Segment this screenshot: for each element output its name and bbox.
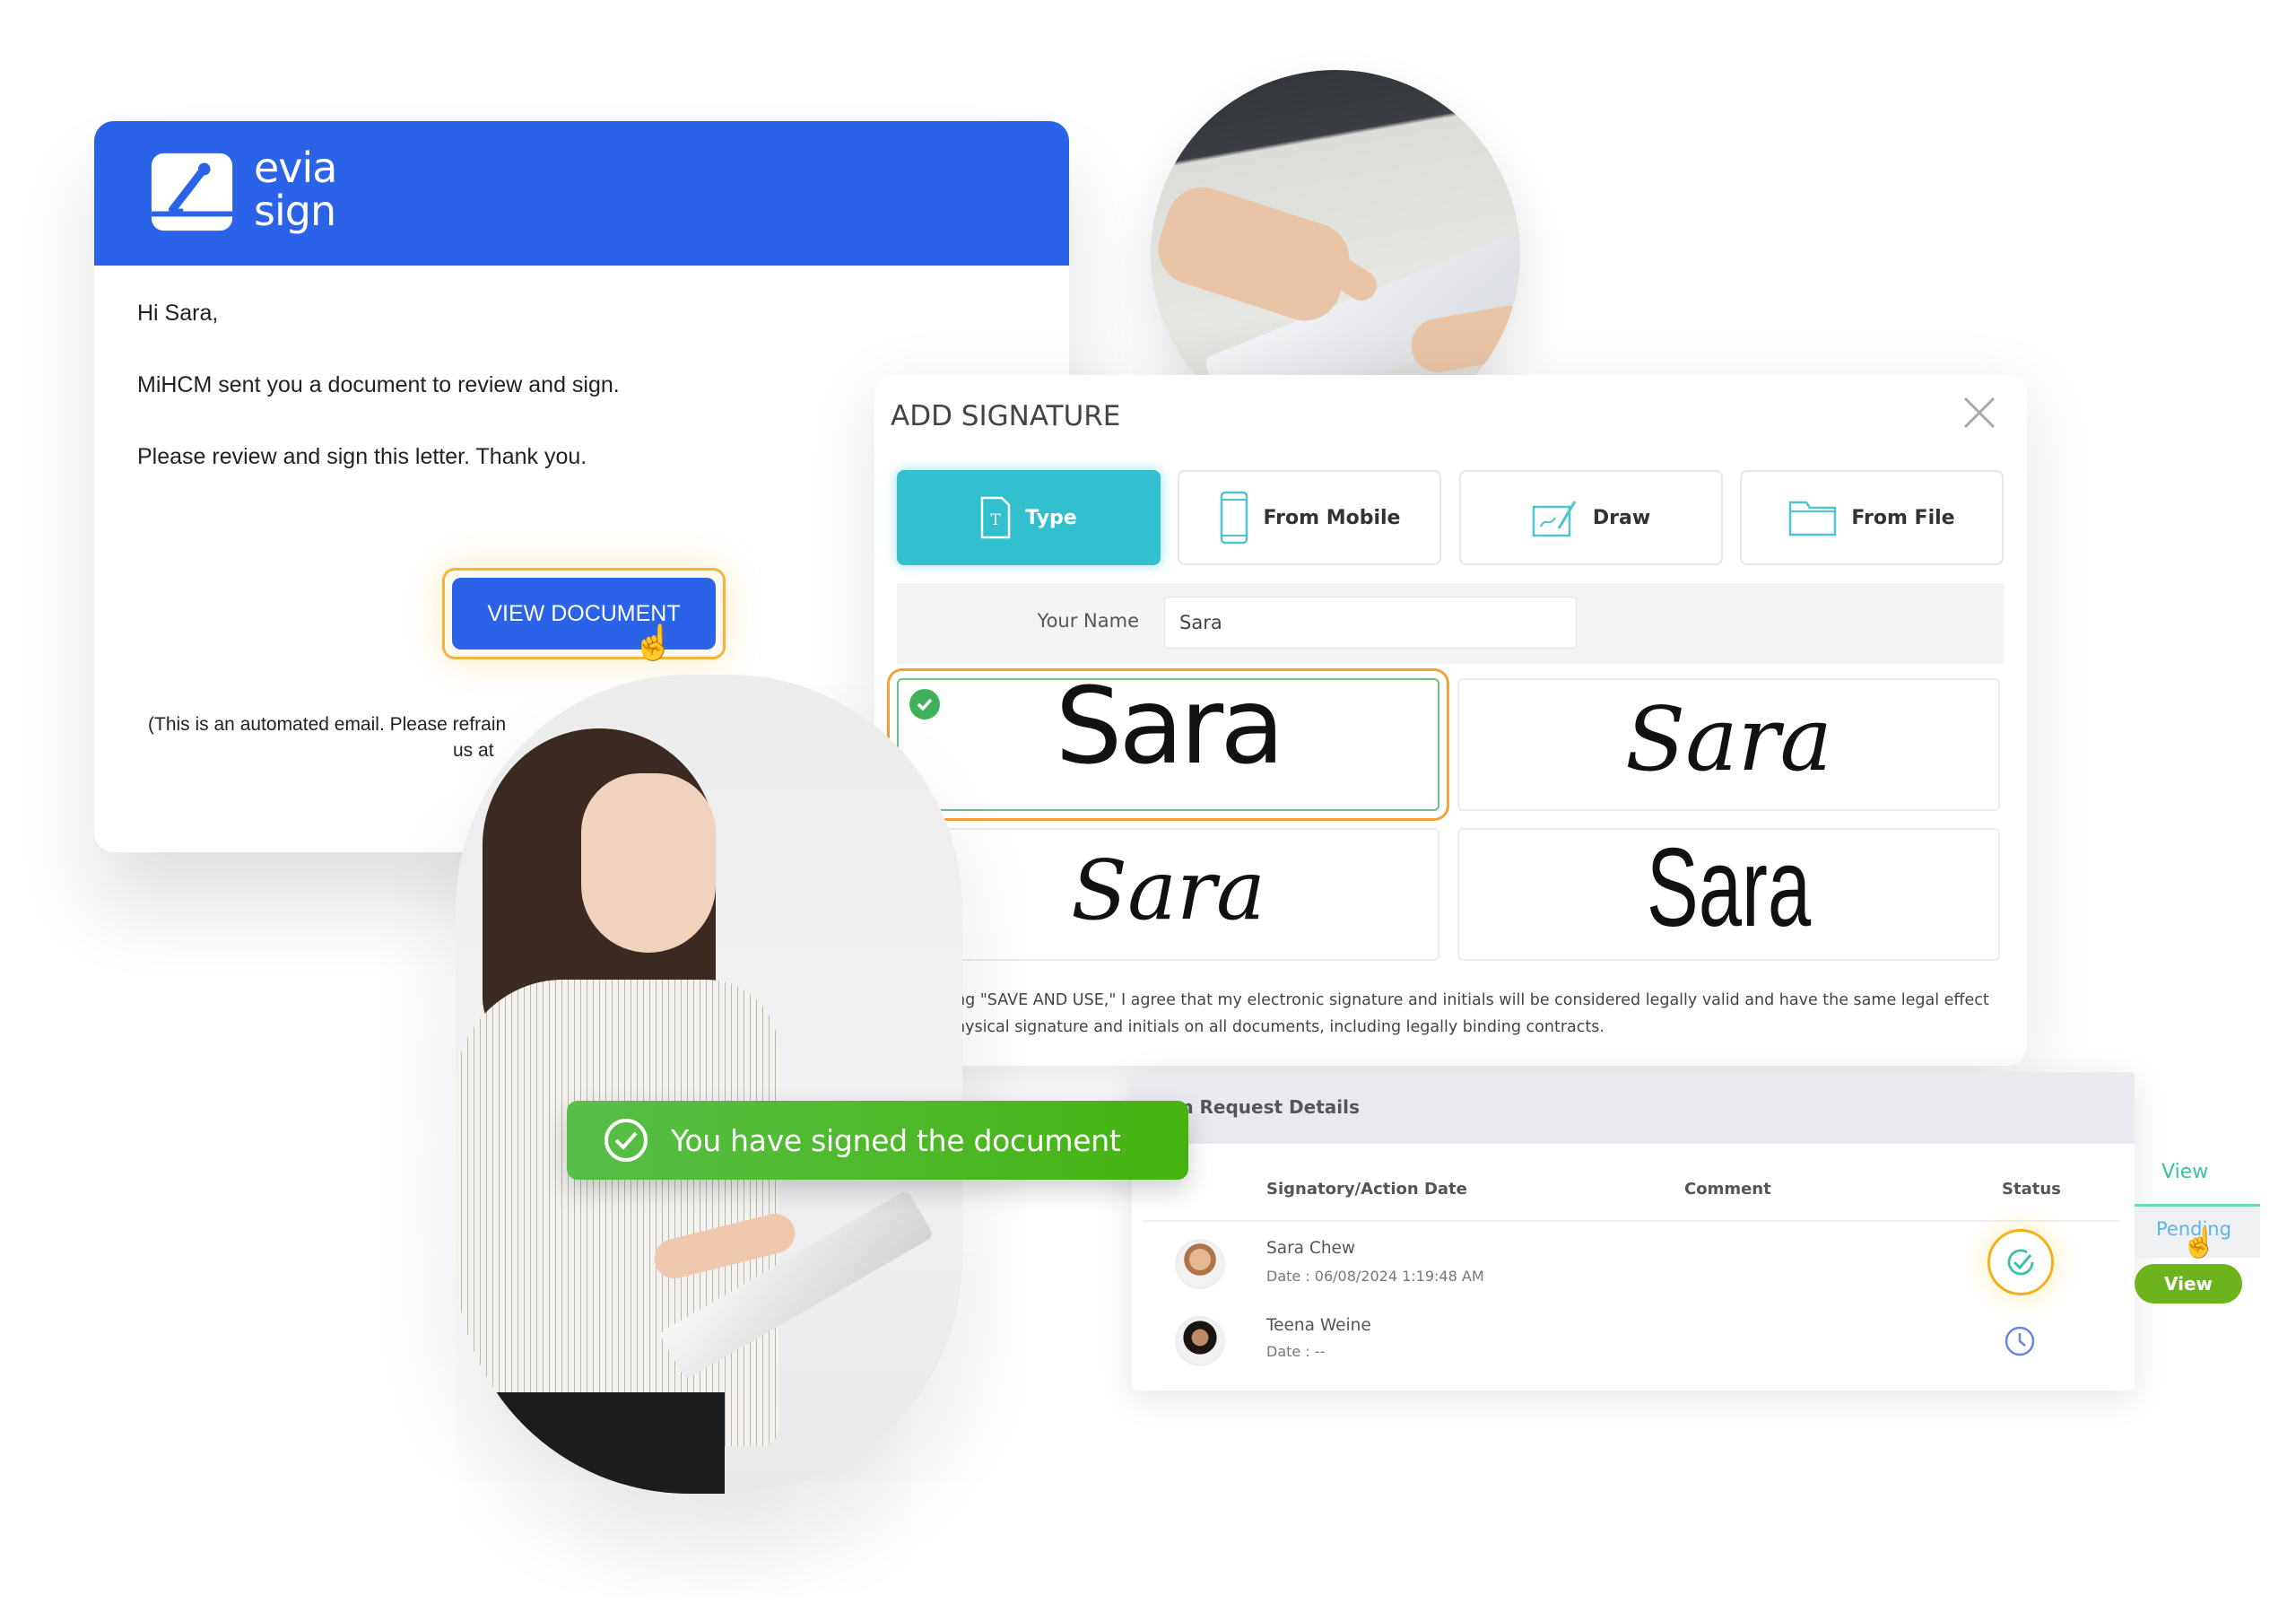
legal-line-1: ng "SAVE AND USE," I agree that my elect…: [955, 991, 1989, 1009]
legal-disclaimer: ng "SAVE AND USE," I agree that my elect…: [955, 987, 2005, 1041]
column-header-signatory: Signatory/Action Date: [1266, 1180, 1467, 1199]
view-link[interactable]: View: [2161, 1161, 2208, 1183]
name-row: Your Name: [897, 583, 2005, 664]
tab-from-mobile[interactable]: From Mobile: [1178, 470, 1441, 565]
signature-text: Sara: [1071, 842, 1265, 938]
brand-logo-text: evia sign: [254, 146, 337, 232]
avatar: [1175, 1239, 1225, 1289]
your-name-label: Your Name: [1037, 610, 1139, 632]
view-button[interactable]: View: [2135, 1264, 2242, 1303]
svg-text:T: T: [991, 511, 1002, 529]
column-header-comment: Comment: [1684, 1180, 1771, 1199]
view-document-button[interactable]: VIEW DOCUMENT: [452, 578, 716, 650]
your-name-input[interactable]: [1164, 597, 1577, 649]
signature-text: Sara: [1646, 828, 1812, 950]
email-header: evia sign: [94, 121, 1069, 266]
pending-clock-icon: [2005, 1326, 2035, 1356]
close-icon[interactable]: [1961, 395, 1997, 431]
view-document-highlight: VIEW DOCUMENT: [442, 568, 726, 659]
signature-option-1[interactable]: Sara: [887, 668, 1449, 821]
signature-text: Sara: [1055, 678, 1284, 788]
tab-draw-label: Draw: [1592, 506, 1651, 529]
details-title: gn Request Details: [1168, 1096, 1360, 1118]
status-signed-badge: [1987, 1229, 2054, 1295]
avatar: [1175, 1316, 1225, 1366]
details-header: gn Request Details: [1132, 1072, 2135, 1144]
add-signature-modal: ADD SIGNATURE T Type From Mobile Draw Fr…: [874, 375, 2027, 1066]
tab-from-file-label: From File: [1851, 506, 1955, 529]
sign-request-details-card: gn Request Details Signatory/Action Date…: [1132, 1072, 2135, 1391]
toast-message: You have signed the document: [671, 1122, 1121, 1158]
email-greeting: Hi Sara,: [137, 301, 219, 326]
signatory-name: Sara Chew: [1266, 1239, 1356, 1258]
face-shape: [581, 773, 716, 953]
hand-cursor-icon: ☝: [632, 624, 675, 662]
draw-pen-icon: [1532, 501, 1577, 537]
signatory-name: Teena Weine: [1266, 1316, 1371, 1335]
striped-blouse-shape: [456, 980, 778, 1446]
signature-text: Sara: [1625, 689, 1832, 791]
brand-line-1: evia: [254, 144, 337, 192]
folder-icon: [1789, 501, 1837, 536]
check-circle-icon: [604, 1119, 648, 1162]
tab-type[interactable]: T Type: [897, 470, 1161, 565]
signed-toast: You have signed the document: [567, 1101, 1188, 1180]
tab-from-mobile-label: From Mobile: [1263, 506, 1401, 529]
woman-with-tablet-photo: [456, 675, 962, 1494]
hand-cursor-icon: ☝: [2181, 1226, 2217, 1259]
signatory-date: Date : --: [1266, 1343, 1326, 1360]
modal-title: ADD SIGNATURE: [891, 400, 1121, 432]
signed-check-icon: [2007, 1249, 2034, 1276]
brand-line-2: sign: [254, 187, 336, 235]
signatory-date: Date : 06/08/2024 1:19:48 AM: [1266, 1268, 1484, 1285]
tab-draw[interactable]: Draw: [1459, 470, 1723, 565]
signature-option-3[interactable]: Sara: [897, 828, 1439, 961]
tab-type-label: Type: [1025, 506, 1077, 529]
signature-option-2[interactable]: Sara: [1457, 678, 2000, 811]
email-body-line-2: Please review and sign this letter. Than…: [137, 444, 587, 469]
signature-option-4[interactable]: Sara: [1457, 828, 2000, 961]
mobile-phone-icon: [1220, 491, 1248, 545]
legal-line-2: nysical signature and initials on all do…: [955, 1018, 1605, 1036]
header-divider: [1143, 1220, 2120, 1222]
tab-from-file[interactable]: From File: [1740, 470, 2004, 565]
skirt-shape: [456, 1392, 725, 1494]
email-body-line-1: MiHCM sent you a document to review and …: [137, 372, 620, 397]
evia-sign-logo-icon: [151, 153, 233, 231]
text-file-icon: T: [981, 496, 1011, 539]
column-header-status: Status: [2002, 1180, 2061, 1199]
